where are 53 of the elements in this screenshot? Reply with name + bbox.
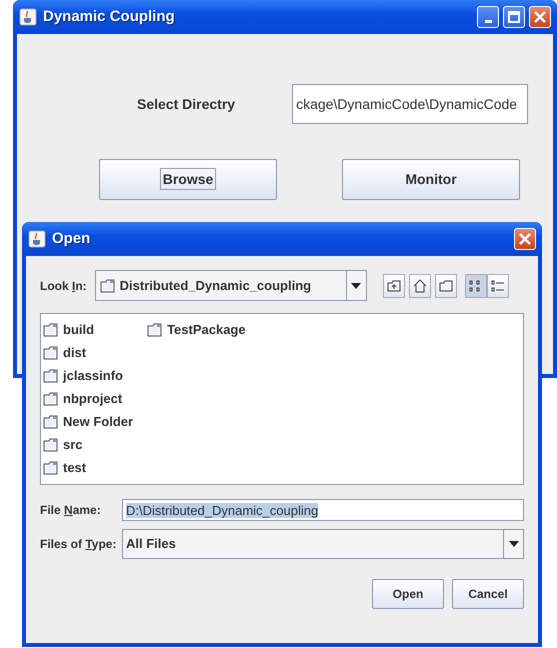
file-item[interactable]: jclassinfo [43, 364, 134, 387]
caret-icon [351, 282, 362, 288]
minimize-button[interactable] [477, 6, 499, 28]
action-button[interactable]: Monitor [342, 159, 520, 200]
folder-icon [43, 460, 59, 474]
file-item[interactable]: src [43, 433, 134, 456]
close-button[interactable] [514, 228, 536, 250]
folder-icon [43, 322, 59, 336]
up-folder-button[interactable] [382, 274, 405, 298]
home-button[interactable] [408, 274, 431, 298]
field-label: Files of Type: [40, 536, 118, 553]
close-icon [518, 232, 532, 246]
file-item[interactable]: dist [43, 341, 134, 364]
file-type-dropdown[interactable]: All Files [122, 529, 524, 559]
dialog-button[interactable]: Cancel [452, 579, 524, 609]
folder-icon [147, 322, 164, 336]
cup-icon [28, 230, 46, 248]
look-in-dropdown[interactable]: Distributed_Dynamic_coupling [94, 270, 367, 301]
field-label: File Name: [40, 502, 102, 519]
details-view-icon [490, 278, 505, 292]
file-item[interactable]: nbproject [43, 387, 134, 410]
action-button[interactable]: Browse [99, 159, 277, 200]
file-name-field[interactable]: D:\Distributed_Dynamic_coupling [122, 499, 524, 521]
caret-icon [508, 541, 518, 547]
details-view-button[interactable] [486, 274, 509, 298]
folder-icon [43, 438, 59, 452]
folder-icon [43, 346, 59, 360]
folder-icon [43, 392, 59, 406]
cup-icon [19, 8, 37, 26]
maximize-button[interactable] [503, 6, 525, 28]
dialog-button[interactable]: Open [372, 579, 444, 609]
folder-icon [438, 280, 453, 292]
file-list[interactable]: build dist jclassinfo nbproject New Folder src test TestPackage [40, 313, 524, 485]
close-button[interactable] [529, 6, 551, 28]
folder-icon [100, 278, 116, 292]
file-item[interactable]: New Folder [43, 410, 134, 433]
minimize-icon [484, 20, 492, 22]
folder-icon [43, 368, 59, 382]
field-label: Look In: [40, 278, 87, 294]
house-icon [412, 278, 427, 292]
dialog-title: Open [52, 228, 90, 249]
folder-icon [386, 280, 401, 292]
list-view-button[interactable] [464, 274, 487, 298]
close-icon [533, 10, 547, 24]
maximize-icon [507, 10, 521, 24]
directory-field[interactable]: ckage\DynamicCode\DynamicCode [292, 84, 528, 124]
file-item[interactable]: test [43, 456, 134, 479]
window-title: Dynamic Coupling [43, 6, 175, 27]
new-folder-button[interactable] [434, 274, 457, 298]
folder-icon [43, 414, 59, 428]
file-item[interactable]: TestPackage [147, 318, 246, 341]
file-item[interactable]: build [43, 318, 134, 341]
directory-label: Select Directry [137, 94, 236, 114]
